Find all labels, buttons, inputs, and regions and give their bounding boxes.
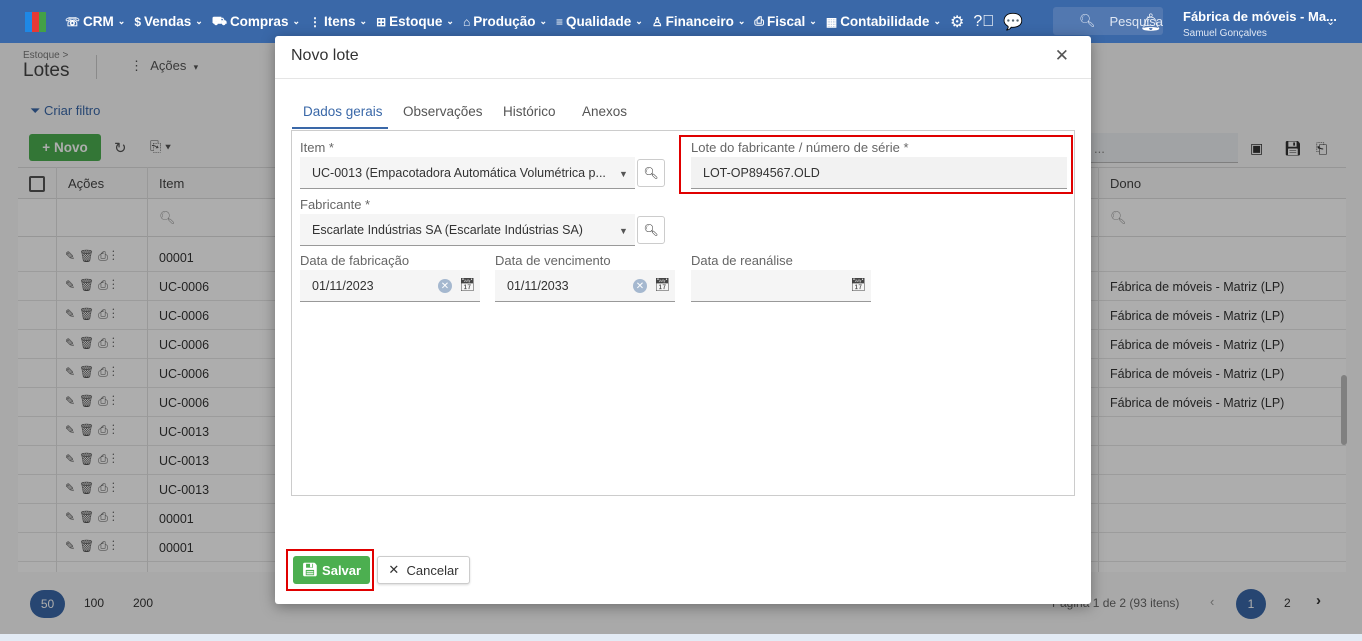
lot-highlight [679,135,1073,194]
item-search-button[interactable]: 🔍︎ [637,159,665,187]
new-lot-dialog: Novo lote ✕ Dados gerais Observações His… [275,36,1091,604]
nav-item-label: Compras [229,14,289,29]
maker-label: Fabricante * [300,197,371,212]
divider [275,78,1091,79]
nav-item-label: Qualidade [566,14,632,29]
bell-icon[interactable]: 🔔︎ [1140,13,1162,33]
chevron-down-icon[interactable]: ⌄ [1326,15,1335,28]
chevron-down-icon: ⌄ [737,16,746,26]
nav-item-label: Vendas [144,14,192,29]
user-menu[interactable]: 🔔︎ Fábrica de móveis - Ma... Samuel Gonç… [1140,9,1350,39]
tab-general[interactable]: Dados gerais [303,104,383,119]
close-icon[interactable]: ✕ [1055,46,1069,66]
items-icon: ⋮ [309,14,321,29]
search-icon: 🔍︎ [1079,13,1096,28]
tab-notes[interactable]: Observações [403,104,483,119]
cancel-button[interactable]: ✕ Cancelar [377,556,470,584]
calendar-icon[interactable]: 📅︎ [850,277,867,293]
close-icon: ✕ [388,562,400,577]
item-select[interactable]: UC-0013 (Empacotadora Automática Volumét… [300,157,635,189]
chat-icon[interactable]: 💬 [1003,12,1023,32]
calendar-icon[interactable]: 📅︎ [654,277,671,293]
nav-item-vendas[interactable]: $ Vendas ⌄ [134,14,203,29]
reanalysis-date-label: Data de reanálise [691,253,793,268]
calendar-icon[interactable]: 📅︎ [459,277,476,293]
accounting-icon: ▦ [825,14,838,29]
nav-item-estoque[interactable]: ⊞ Estoque ⌄ [376,14,454,29]
chevron-down-icon: ⌄ [292,16,300,26]
nav-item-compras[interactable]: ⛟ Compras ⌄ [212,14,300,30]
dollar-icon: $ [134,14,141,29]
crm-icon: ☏ [65,14,81,29]
chevron-down-icon: ⌄ [359,16,368,26]
chevron-down-icon: ⌄ [635,16,643,26]
maker-search-button[interactable]: 🔍︎ [637,216,665,244]
bottom-bar [0,634,1362,641]
chevron-down-icon: ⌄ [195,16,203,26]
search-icon: 🔍︎ [643,166,659,180]
user-name: Samuel Gonçalves [1183,28,1267,39]
chevron-down-icon: ⌄ [446,16,454,26]
chevron-down-icon: ⌄ [117,16,126,26]
nav-item-crm[interactable]: ☏ CRM ⌄ [65,14,125,29]
save-highlight [286,549,374,591]
factory-icon: ⌂ [462,14,471,29]
nav-item-fiscal[interactable]: ⎙ Fiscal ⌄ [754,14,816,29]
stock-icon: ⊞ [376,14,387,29]
caret-down-icon[interactable]: ▼ [619,169,628,179]
nav-item-label: Contabilidade [840,14,930,29]
reanalysis-date-input[interactable] [691,270,871,302]
nav-item-qualidade[interactable]: ≡ Qualidade ⌄ [556,14,643,29]
caret-down-icon[interactable]: ▼ [619,226,628,236]
dialog-title: Novo lote [291,47,359,64]
fabrication-date-label: Data de fabricação [300,253,410,268]
search-icon: 🔍︎ [643,223,659,237]
tab-attachments[interactable]: Anexos [582,104,627,119]
nav-item-financeiro[interactable]: ♙ Financeiro ⌄ [652,14,746,29]
nav-item-contabilidade[interactable]: ▦ Contabilidade ⌄ [826,14,941,29]
nav-item-label: Fiscal [767,14,806,29]
chevron-down-icon: ⌄ [809,16,817,26]
nav-item-itens[interactable]: ⋮ Itens ⌄ [309,14,367,29]
maker-select[interactable]: Escarlate Indústrias SA (Escarlate Indús… [300,214,635,246]
company-name: Fábrica de móveis - Ma... [1183,9,1337,24]
help-icon[interactable]: ?⃝ [973,13,994,31]
chevron-down-icon: ⌄ [539,16,547,26]
nav-item-label: Produção [473,14,536,29]
finance-icon: ♙ [651,14,663,29]
clear-icon[interactable]: ✕ [633,279,647,293]
item-label: Item * [300,140,334,155]
gear-icon[interactable]: ⚙ [950,12,964,32]
nav-item-produção[interactable]: ⌂ Produção ⌄ [463,14,547,29]
expiry-date-label: Data de vencimento [495,253,611,268]
quality-icon: ≡ [556,14,564,29]
nav-item-label: Financeiro [665,14,734,29]
clear-icon[interactable]: ✕ [438,279,452,293]
chevron-down-icon: ⌄ [933,16,941,26]
fiscal-icon: ⎙ [754,14,765,28]
cancel-label: Cancelar [406,562,459,578]
app-logo[interactable] [25,11,47,32]
tab-history[interactable]: Histórico [503,104,556,119]
active-tab-indicator [292,127,388,129]
cart-icon: ⛟ [211,13,227,28]
fabrication-date-input[interactable]: 01/11/2023 [300,270,480,302]
nav-item-label: CRM [83,14,114,29]
nav-item-label: Estoque [389,14,443,29]
nav-item-label: Itens [324,14,356,29]
expiry-date-input[interactable]: 01/11/2033 [495,270,675,302]
